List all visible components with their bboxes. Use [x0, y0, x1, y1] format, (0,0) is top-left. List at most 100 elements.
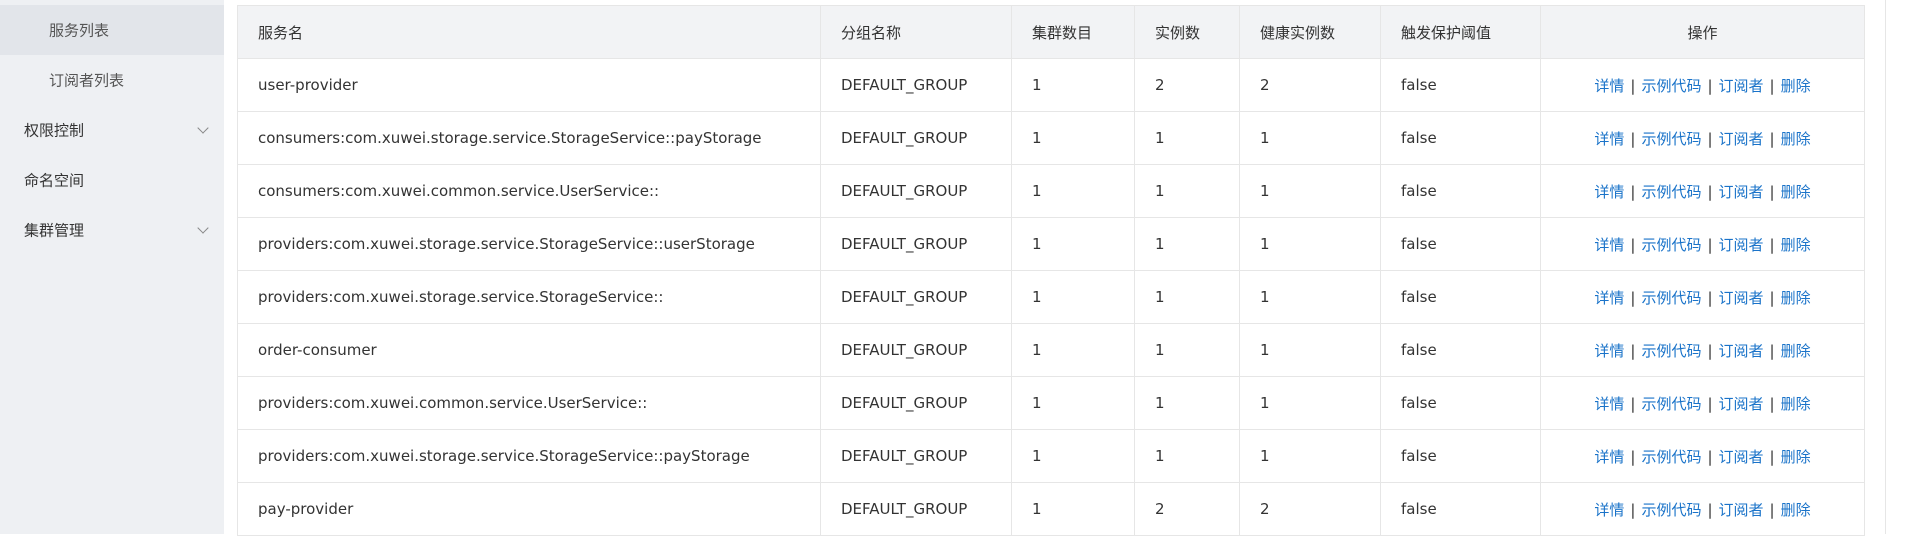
sidebar-item-access-control[interactable]: 权限控制 — [0, 105, 224, 155]
table-row: providers:com.xuwei.storage.service.Stor… — [237, 270, 1865, 324]
subscriber-link[interactable]: 订阅者 — [1719, 395, 1764, 413]
delete-link[interactable]: 删除 — [1781, 77, 1811, 95]
protect-threshold-cell: false — [1380, 429, 1541, 483]
sample-code-link[interactable]: 示例代码 — [1641, 342, 1701, 360]
delete-link[interactable]: 删除 — [1781, 395, 1811, 413]
operations-cell: 详情 | 示例代码 | 订阅者 | 删除 — [1540, 164, 1865, 218]
delete-link[interactable]: 删除 — [1781, 183, 1811, 201]
column-header-protect-threshold: 触发保护阈值 — [1380, 5, 1541, 59]
service-name-cell: pay-provider — [237, 482, 821, 536]
action-separator: | — [1707, 182, 1713, 201]
detail-link[interactable]: 详情 — [1594, 236, 1624, 254]
sample-code-link[interactable]: 示例代码 — [1641, 289, 1701, 307]
delete-link[interactable]: 删除 — [1781, 448, 1811, 466]
operations-cell: 详情 | 示例代码 | 订阅者 | 删除 — [1540, 376, 1865, 430]
subscriber-link[interactable]: 订阅者 — [1719, 448, 1764, 466]
chevron-down-icon — [197, 222, 209, 234]
sidebar: 服务列表 订阅者列表 权限控制 命名空间 集群管理 — [0, 0, 224, 534]
table-row: providers:com.xuwei.storage.service.Stor… — [237, 429, 1865, 483]
healthy-instance-count-cell: 2 — [1239, 58, 1381, 112]
action-separator: | — [1630, 394, 1636, 413]
detail-link[interactable]: 详情 — [1594, 183, 1624, 201]
action-separator: | — [1769, 182, 1775, 201]
table-row: user-provider DEFAULT_GROUP 1 2 2 false 详情 | 示例代… — [237, 58, 1865, 112]
subscriber-link[interactable]: 订阅者 — [1719, 342, 1764, 360]
sample-code-link[interactable]: 示例代码 — [1641, 183, 1701, 201]
action-separator: | — [1769, 500, 1775, 519]
action-separator: | — [1769, 76, 1775, 95]
instance-count-cell: 1 — [1134, 270, 1240, 324]
healthy-instance-count-cell: 2 — [1239, 482, 1381, 536]
detail-link[interactable]: 详情 — [1594, 77, 1624, 95]
service-table: 服务名 分组名称 集群数目 实例数 健康实例数 触发保护阈值 操作 user-p… — [237, 5, 1865, 536]
sidebar-item-cluster-management[interactable]: 集群管理 — [0, 205, 224, 255]
cluster-count-cell: 1 — [1011, 376, 1135, 430]
detail-link[interactable]: 详情 — [1594, 342, 1624, 360]
sidebar-item-label: 服务列表 — [49, 21, 110, 40]
detail-link[interactable]: 详情 — [1594, 501, 1624, 519]
sidebar-item-label: 订阅者列表 — [49, 71, 125, 90]
detail-link[interactable]: 详情 — [1594, 130, 1624, 148]
healthy-instance-count-cell: 1 — [1239, 217, 1381, 271]
scrollbar[interactable] — [1875, 0, 1907, 534]
service-name-cell: providers:com.xuwei.storage.service.Stor… — [237, 429, 821, 483]
action-separator: | — [1707, 394, 1713, 413]
sample-code-link[interactable]: 示例代码 — [1641, 448, 1701, 466]
subscriber-link[interactable]: 订阅者 — [1719, 77, 1764, 95]
cluster-count-cell: 1 — [1011, 323, 1135, 377]
healthy-instance-count-cell: 1 — [1239, 164, 1381, 218]
delete-link[interactable]: 删除 — [1781, 501, 1811, 519]
detail-link[interactable]: 详情 — [1594, 448, 1624, 466]
subscriber-link[interactable]: 订阅者 — [1719, 289, 1764, 307]
cluster-count-cell: 1 — [1011, 217, 1135, 271]
subscriber-link[interactable]: 订阅者 — [1719, 130, 1764, 148]
table-row: consumers:com.xuwei.storage.service.Stor… — [237, 111, 1865, 165]
subscriber-link[interactable]: 订阅者 — [1719, 501, 1764, 519]
subscriber-link[interactable]: 订阅者 — [1719, 183, 1764, 201]
cluster-count-cell: 1 — [1011, 482, 1135, 536]
column-header-instance-count: 实例数 — [1134, 5, 1240, 59]
sample-code-link[interactable]: 示例代码 — [1641, 130, 1701, 148]
chevron-down-icon — [197, 122, 209, 134]
protect-threshold-cell: false — [1380, 376, 1541, 430]
healthy-instance-count-cell: 1 — [1239, 111, 1381, 165]
table-row: consumers:com.xuwei.common.service.UserS… — [237, 164, 1865, 218]
protect-threshold-cell: false — [1380, 482, 1541, 536]
group-name-cell: DEFAULT_GROUP — [820, 58, 1012, 112]
delete-link[interactable]: 删除 — [1781, 130, 1811, 148]
delete-link[interactable]: 删除 — [1781, 342, 1811, 360]
action-separator: | — [1707, 129, 1713, 148]
action-separator: | — [1630, 129, 1636, 148]
action-separator: | — [1630, 341, 1636, 360]
sample-code-link[interactable]: 示例代码 — [1641, 236, 1701, 254]
detail-link[interactable]: 详情 — [1594, 289, 1624, 307]
sidebar-item-namespace[interactable]: 命名空间 — [0, 155, 224, 205]
sidebar-item-service-list[interactable]: 服务列表 — [0, 5, 224, 55]
column-header-group-name: 分组名称 — [820, 5, 1012, 59]
table-row: providers:com.xuwei.common.service.UserS… — [237, 376, 1865, 430]
sample-code-link[interactable]: 示例代码 — [1641, 501, 1701, 519]
column-header-healthy-instance-count: 健康实例数 — [1239, 5, 1381, 59]
protect-threshold-cell: false — [1380, 217, 1541, 271]
sample-code-link[interactable]: 示例代码 — [1641, 77, 1701, 95]
subscriber-link[interactable]: 订阅者 — [1719, 236, 1764, 254]
service-name-cell: consumers:com.xuwei.common.service.UserS… — [237, 164, 821, 218]
instance-count-cell: 2 — [1134, 482, 1240, 536]
delete-link[interactable]: 删除 — [1781, 236, 1811, 254]
sample-code-link[interactable]: 示例代码 — [1641, 395, 1701, 413]
table-row: order-consumer DEFAULT_GROUP 1 1 1 false 详情 | 示例… — [237, 323, 1865, 377]
service-name-cell: providers:com.xuwei.storage.service.Stor… — [237, 217, 821, 271]
protect-threshold-cell: false — [1380, 270, 1541, 324]
protect-threshold-cell: false — [1380, 323, 1541, 377]
detail-link[interactable]: 详情 — [1594, 395, 1624, 413]
delete-link[interactable]: 删除 — [1781, 289, 1811, 307]
action-separator: | — [1769, 341, 1775, 360]
service-name-cell: user-provider — [237, 58, 821, 112]
group-name-cell: DEFAULT_GROUP — [820, 429, 1012, 483]
table-row: pay-provider DEFAULT_GROUP 1 2 2 false 详情 | 示例代码… — [237, 482, 1865, 536]
instance-count-cell: 1 — [1134, 429, 1240, 483]
action-separator: | — [1769, 394, 1775, 413]
sidebar-item-subscriber-list[interactable]: 订阅者列表 — [0, 55, 224, 105]
column-header-operations: 操作 — [1540, 5, 1865, 59]
service-name-cell: providers:com.xuwei.storage.service.Stor… — [237, 270, 821, 324]
